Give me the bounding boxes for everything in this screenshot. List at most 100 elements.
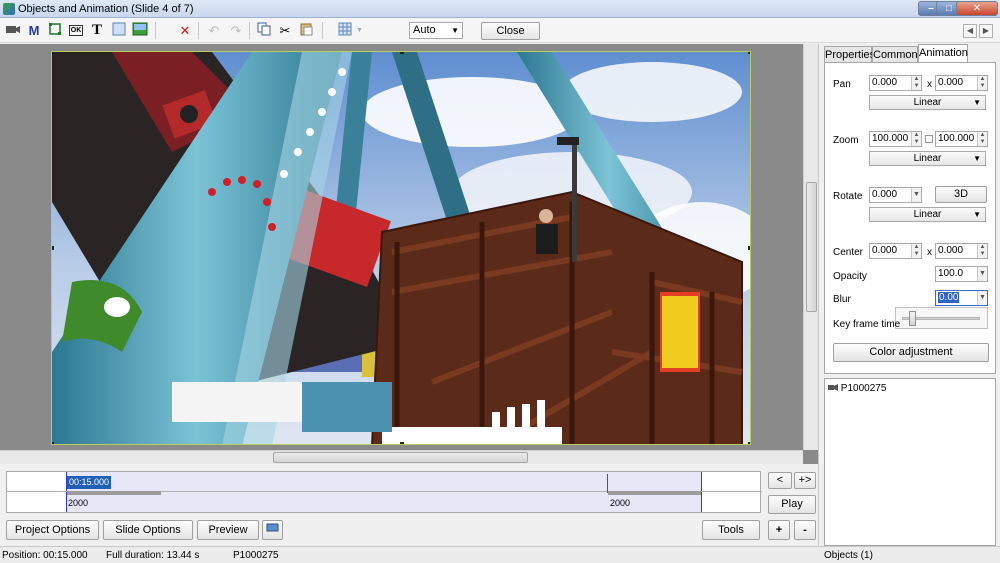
keyframe-time-label: Key frame time — [833, 319, 901, 330]
horizontal-scroll-thumb[interactable] — [273, 452, 528, 463]
window-title: Objects and Animation (Slide 4 of 7) — [18, 3, 194, 15]
properties-panel: Properties Common Animation Pan 0.000 ▲ ▼… — [818, 44, 1000, 563]
spinner-icon[interactable]: ▲ ▼ — [911, 244, 921, 258]
spinner-icon[interactable]: ▲ ▼ — [977, 132, 987, 146]
list-item[interactable]: P1000275 — [828, 383, 886, 397]
resize-handle[interactable] — [52, 52, 54, 54]
slide-options-button[interactable]: Slide Options — [103, 520, 193, 540]
pan-y-input[interactable]: 0.000 ▲ ▼ — [935, 75, 988, 91]
project-options-button[interactable]: Project Options — [6, 520, 99, 540]
paste-icon[interactable] — [297, 22, 315, 39]
center-y-input[interactable]: 0.000 ▲ ▼ — [935, 243, 988, 259]
vertical-scrollbar[interactable] — [803, 44, 818, 450]
zoom-x-input[interactable]: 100.000 ▲ ▼ — [869, 131, 922, 147]
cut-icon[interactable]: ✂ — [276, 22, 294, 39]
close-button[interactable]: Close — [481, 22, 540, 40]
timeline-marker[interactable] — [607, 474, 608, 493]
spinner-icon[interactable]: ▲ ▼ — [911, 76, 921, 90]
toolbar-separator — [198, 22, 199, 39]
rotate-mode-select[interactable]: Linear ▼ — [869, 207, 986, 222]
blur-slider-popup[interactable] — [895, 307, 988, 329]
resize-handle[interactable] — [400, 442, 404, 444]
resize-handle[interactable] — [748, 52, 750, 54]
opacity-input[interactable]: 100.0 ▼ — [935, 266, 988, 282]
camera-icon[interactable] — [4, 22, 22, 39]
chevron-down-icon: ▼ — [973, 98, 981, 107]
vertical-scroll-thumb[interactable] — [806, 182, 817, 312]
zoom-y-input[interactable]: 100.000 ▲ ▼ — [935, 131, 988, 147]
pan-y-value: 0.000 — [938, 77, 964, 88]
button-icon-label: OK — [68, 25, 84, 36]
undo-icon[interactable]: ↶ — [205, 22, 223, 39]
pan-x-value: 0.000 — [872, 77, 898, 88]
spinner-icon[interactable]: ▲ ▼ — [977, 76, 987, 90]
rotate-label: Rotate — [833, 191, 863, 202]
chevron-down-icon[interactable]: ▼ — [911, 188, 921, 202]
toolbar-separator — [155, 22, 156, 39]
play-button[interactable]: Play — [768, 495, 816, 514]
rotate-input[interactable]: 0.000 ▼ — [869, 187, 922, 203]
button-icon[interactable]: OK — [67, 22, 85, 39]
mask-icon[interactable]: M — [25, 22, 43, 39]
delete-icon[interactable]: ✕ — [176, 22, 194, 39]
resize-handle[interactable] — [748, 442, 750, 444]
animation-tab-content: Pan 0.000 ▲ ▼ x 0.000 ▲ ▼ Linear ▼ Zoom 10… — [824, 62, 996, 374]
text-icon[interactable]: T — [88, 22, 106, 39]
playhead-icon[interactable]: + — [105, 478, 109, 485]
blur-input[interactable]: 0.00 ▼ — [935, 290, 988, 306]
chevron-down-icon[interactable]: ▼ — [977, 267, 987, 281]
resize-handle[interactable] — [400, 52, 404, 54]
add-object-button[interactable]: + — [768, 520, 790, 540]
blur-slider-thumb[interactable] — [909, 311, 916, 326]
horizontal-scrollbar[interactable] — [0, 450, 803, 464]
slide-photo[interactable] — [52, 52, 751, 445]
tab-scroll-right-icon[interactable]: ▶ — [979, 24, 993, 38]
center-x-input[interactable]: 0.000 ▲ ▼ — [869, 243, 922, 259]
image-icon[interactable] — [131, 22, 149, 39]
chevron-down-icon: ▼ — [973, 210, 981, 219]
chevron-down-icon: ▼ — [973, 154, 981, 163]
status-object: P1000275 — [233, 550, 279, 561]
rectangle-icon[interactable] — [110, 22, 128, 39]
timeline-marker-right-value: 2000 — [610, 498, 631, 508]
slide-workspace[interactable] — [0, 44, 818, 464]
frame-icon[interactable] — [46, 22, 64, 39]
previous-slide-button[interactable]: < — [768, 472, 792, 489]
opacity-label: Opacity — [833, 271, 867, 282]
objects-list[interactable]: P1000275 — [824, 378, 996, 546]
pan-x-input[interactable]: 0.000 ▲ ▼ — [869, 75, 922, 91]
zoom-select[interactable]: Auto ▼ — [409, 22, 463, 39]
zoom-label: Zoom — [833, 135, 859, 146]
next-slide-button[interactable]: +> — [794, 472, 816, 489]
resize-handle[interactable] — [52, 442, 54, 444]
redo-icon[interactable]: ↷ — [227, 22, 245, 39]
spinner-icon[interactable]: ▲ ▼ — [911, 132, 921, 146]
grid-icon[interactable] — [336, 22, 354, 39]
remove-object-button[interactable]: - — [794, 520, 816, 540]
tools-button[interactable]: Tools — [702, 520, 760, 540]
app-icon — [3, 3, 15, 15]
resize-handle[interactable] — [748, 246, 750, 250]
timeline[interactable]: 00:15.000 + 2000 2000 — [6, 471, 762, 513]
slide-canvas[interactable] — [51, 51, 751, 445]
toolbar-separator — [322, 22, 323, 39]
pan-mode-select[interactable]: Linear ▼ — [869, 95, 986, 110]
3d-button[interactable]: 3D — [935, 186, 987, 203]
chevron-down-icon[interactable]: ▼ — [977, 291, 987, 305]
tab-scroll-left-icon[interactable]: ◀ — [963, 24, 977, 38]
zoom-x-value: 100.000 — [872, 133, 909, 144]
resize-handle[interactable] — [52, 246, 54, 250]
preview-button[interactable]: Preview — [197, 520, 259, 540]
color-adjustment-button[interactable]: Color adjustment — [833, 343, 989, 362]
tab-common[interactable]: Common — [872, 46, 918, 63]
chevron-down-icon: ▼ — [451, 26, 459, 35]
tab-animation[interactable]: Animation — [918, 44, 968, 63]
grid-dropdown-icon[interactable]: ▼ — [356, 27, 363, 34]
spinner-icon[interactable]: ▲ ▼ — [977, 244, 987, 258]
screen-icon[interactable] — [262, 520, 283, 540]
window-close-button[interactable]: ✕ — [956, 1, 998, 16]
zoom-link-checkbox[interactable] — [925, 135, 933, 143]
tab-properties[interactable]: Properties — [824, 46, 875, 63]
copy-icon[interactable] — [255, 22, 273, 39]
zoom-mode-select[interactable]: Linear ▼ — [869, 151, 986, 166]
